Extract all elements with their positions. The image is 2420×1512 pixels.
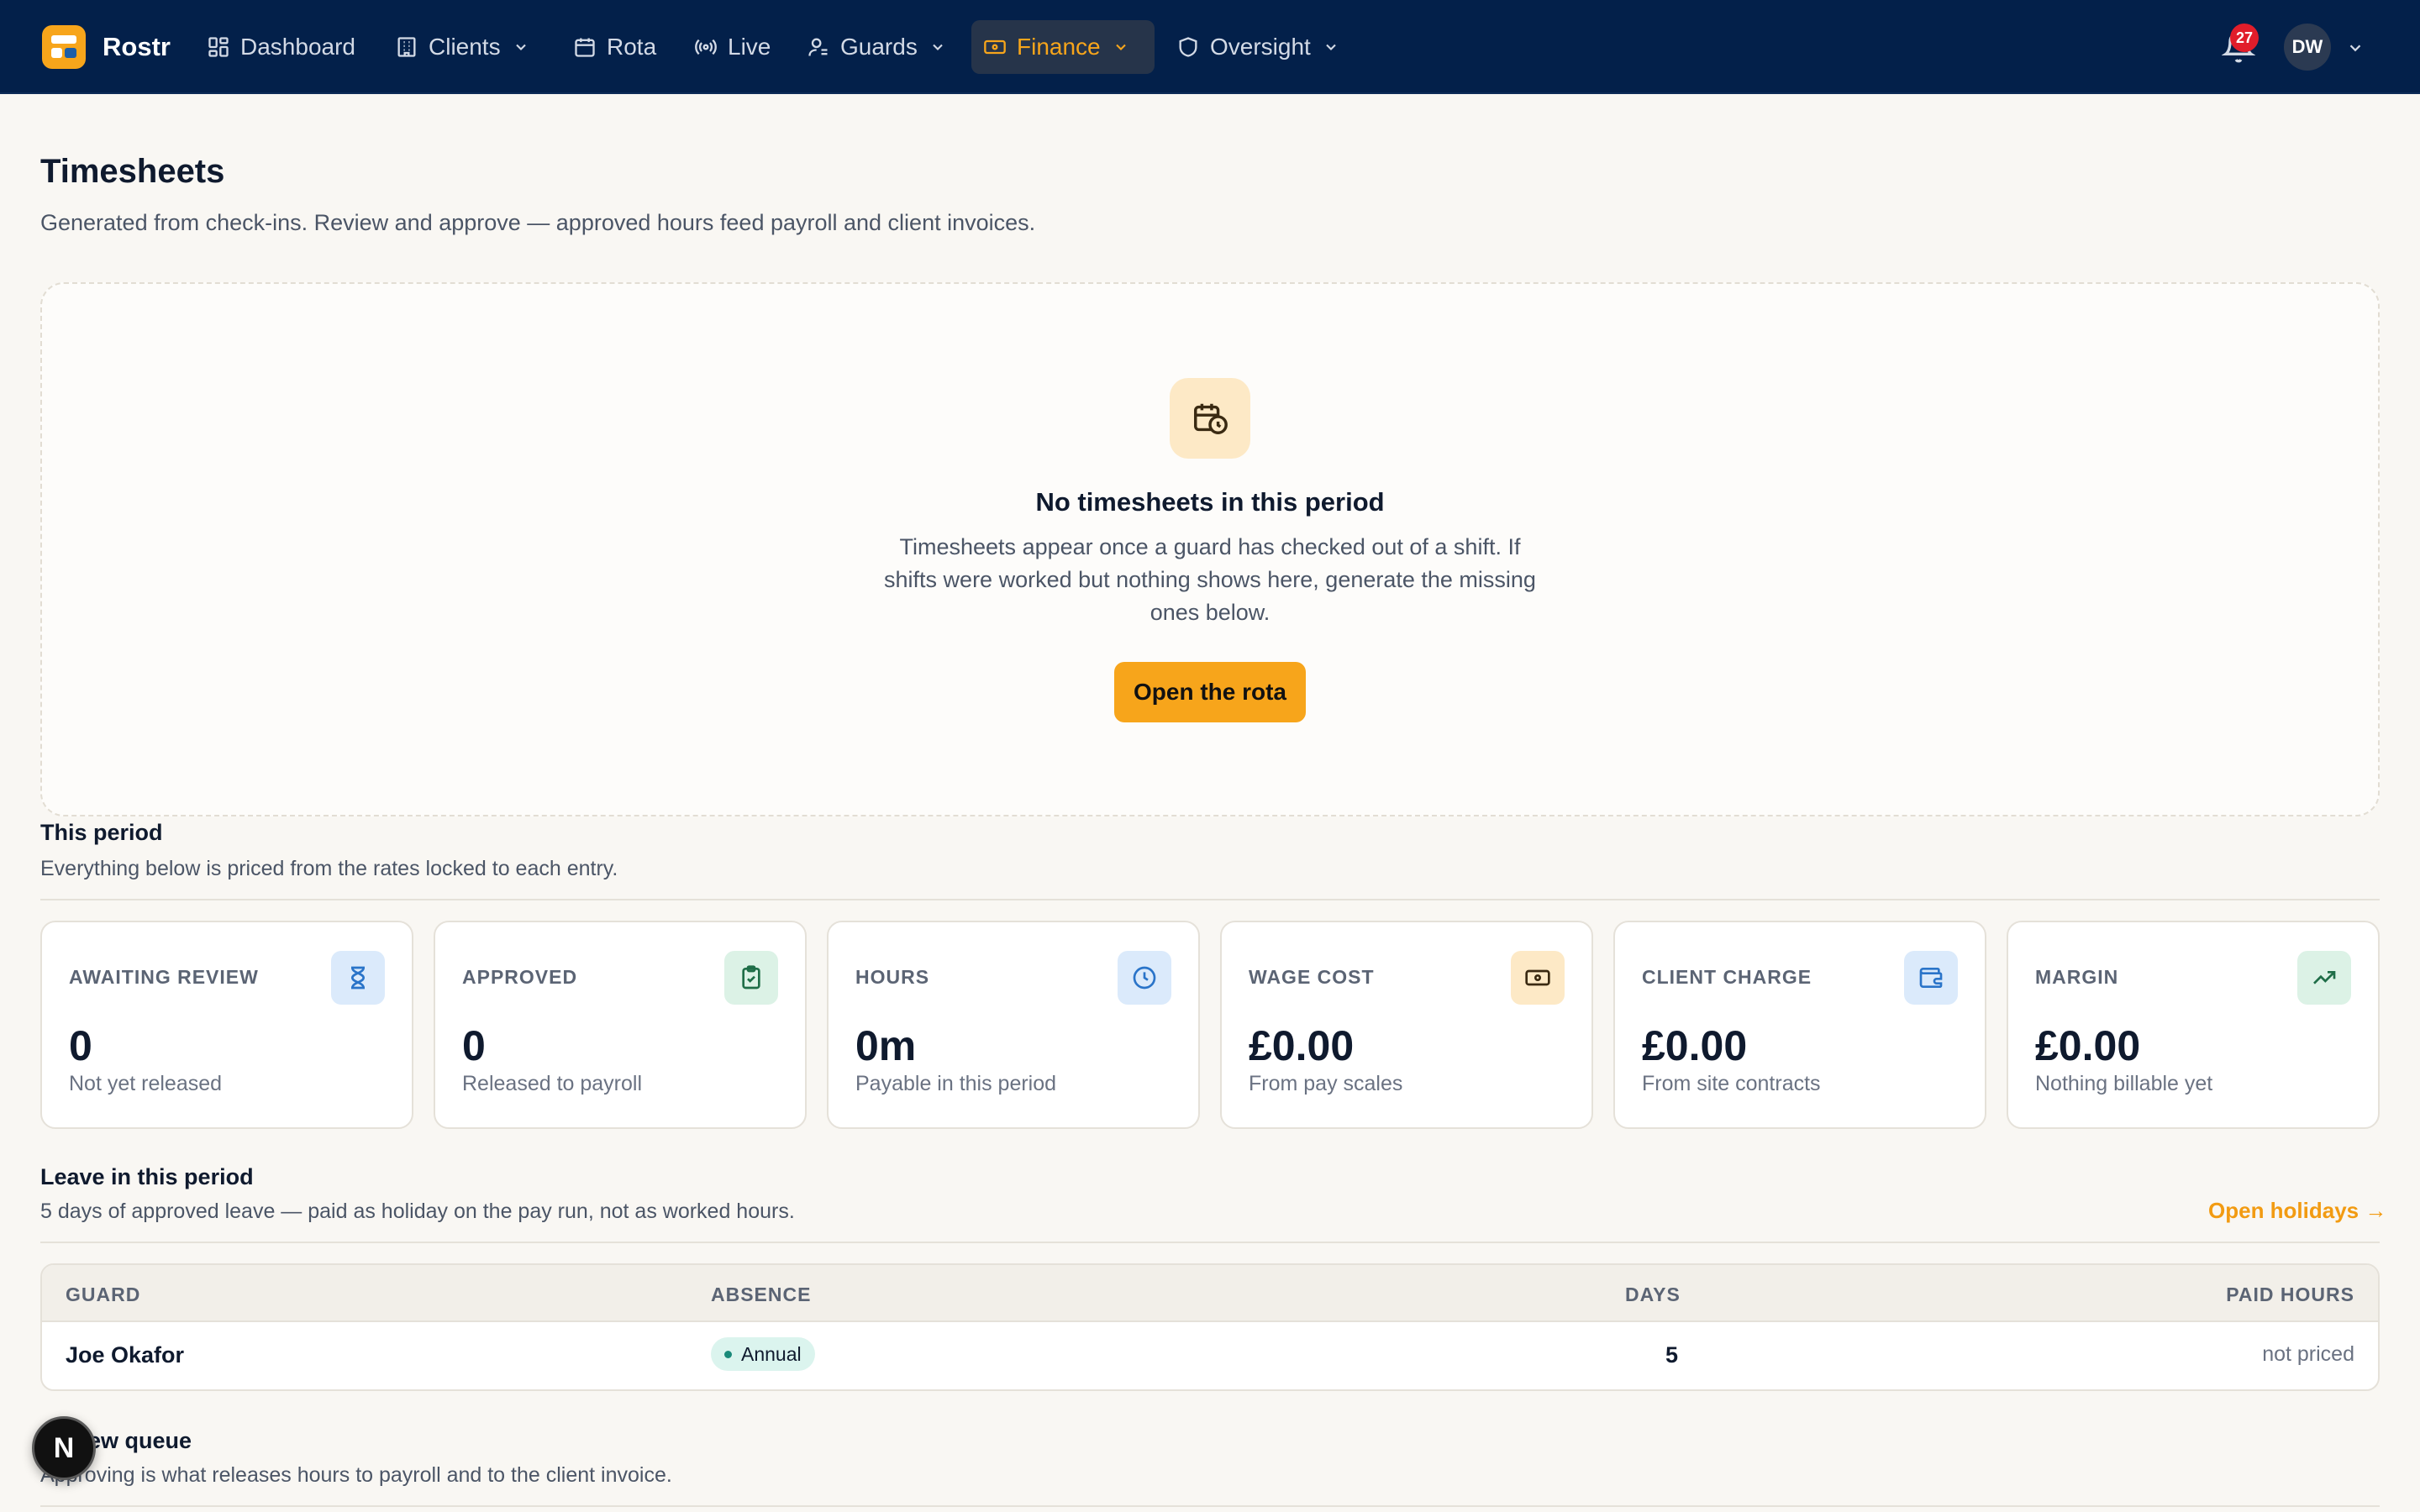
chevron-down-icon — [933, 44, 943, 50]
section-title-leave: Leave in this period — [40, 1164, 254, 1189]
cell-guard: Joe Okafor — [66, 1342, 185, 1368]
stat-label: APPROVED — [462, 966, 578, 988]
page-title: Timesheets — [40, 153, 225, 190]
top-navbar: Rostr Dashboard Clients Rota Live Guards… — [0, 0, 2420, 94]
stat-card-approved: APPROVED 0 Released to payroll — [434, 921, 807, 1129]
open-rota-button[interactable]: Open the rota — [1114, 662, 1306, 722]
divider — [40, 1242, 2380, 1243]
brand[interactable]: Rostr — [42, 25, 171, 69]
stat-value: 0m — [855, 1022, 917, 1069]
stat-note: Nothing billable yet — [2035, 1072, 2213, 1095]
absence-label: Annual — [741, 1342, 802, 1365]
nav-item-oversight[interactable]: Oversight — [1165, 20, 1351, 74]
nav-label: Live — [728, 34, 771, 60]
column-header-guard: GUARD — [66, 1284, 141, 1305]
calendar-icon — [575, 38, 595, 57]
stat-note: Payable in this period — [855, 1072, 1057, 1095]
section-subtitle-review-queue: Approving is what releases hours to payr… — [40, 1463, 672, 1487]
dev-tools-button[interactable]: N — [32, 1416, 96, 1480]
nav-label: Guards — [840, 34, 918, 60]
calendar-clock-icon — [1170, 378, 1250, 459]
nav-label: Rota — [607, 34, 657, 60]
grid-icon — [208, 37, 229, 57]
stat-value: 0 — [69, 1022, 92, 1069]
nav-label: Dashboard — [240, 34, 355, 60]
column-header-paid-hours: PAID HOURS — [2226, 1284, 2354, 1305]
user-avatar[interactable]: DW — [2284, 24, 2331, 71]
status-dot-icon — [724, 1351, 732, 1358]
stat-value: £0.00 — [2035, 1022, 2141, 1069]
stat-value: £0.00 — [1642, 1022, 1748, 1069]
empty-state-text: Timesheets appear once a guard has check… — [884, 534, 1536, 625]
user-icon — [808, 38, 828, 56]
banknote-icon — [984, 39, 1006, 55]
stat-label: WAGE COST — [1249, 966, 1375, 988]
stat-label: AWAITING REVIEW — [69, 966, 259, 988]
trending-up-icon — [2297, 951, 2351, 1005]
stat-card-client-charge: CLIENT CHARGE £0.00 From site contracts — [1613, 921, 1986, 1129]
nav-item-guards[interactable]: Guards — [795, 20, 958, 74]
banknote-icon — [1511, 951, 1565, 1005]
shield-icon — [1179, 37, 1197, 57]
nav-item-rota[interactable]: Rota — [561, 20, 668, 74]
brand-name: Rostr — [103, 32, 171, 61]
stat-note: From pay scales — [1249, 1072, 1403, 1095]
table-header: GUARD ABSENCE DAYS PAID HOURS — [42, 1265, 2378, 1322]
nav-item-clients[interactable]: Clients — [383, 20, 541, 74]
building-icon — [397, 37, 416, 57]
section-subtitle-this-period: Everything below is priced from the rate… — [40, 857, 618, 880]
column-header-absence: ABSENCE — [711, 1284, 812, 1305]
stat-label: HOURS — [855, 966, 930, 988]
absence-badge: Annual — [711, 1337, 815, 1371]
clock-icon — [1118, 951, 1171, 1005]
nav-item-dashboard[interactable]: Dashboard — [195, 20, 367, 74]
divider — [40, 899, 2380, 900]
empty-state-title: No timesheets in this period — [1035, 487, 1385, 517]
page-subtitle: Generated from check-ins. Review and app… — [40, 210, 1036, 235]
cell-days: 5 — [1665, 1342, 1679, 1368]
chevron-down-icon — [1115, 44, 1126, 50]
stat-note: From site contracts — [1642, 1072, 1821, 1095]
section-title-this-period: This period — [40, 820, 163, 845]
chevron-down-icon[interactable] — [2346, 39, 2365, 57]
rostr-logo-icon — [42, 25, 86, 69]
nav-label: Oversight — [1210, 34, 1311, 60]
clipboard-check-icon — [724, 951, 778, 1005]
chevron-down-icon — [1326, 44, 1336, 50]
nav-label: Clients — [429, 34, 501, 60]
stat-note: Released to payroll — [462, 1072, 643, 1095]
nav-label: Finance — [1017, 34, 1101, 60]
divider — [40, 1505, 2380, 1507]
stat-label: MARGIN — [2035, 966, 2119, 988]
open-holidays-link[interactable]: Open holidays → — [2208, 1198, 2386, 1224]
broadcast-icon — [695, 39, 717, 55]
leave-table: GUARD ABSENCE DAYS PAID HOURS Joe Okafor… — [40, 1263, 2380, 1391]
stat-card-margin: MARGIN £0.00 Nothing billable yet — [2007, 921, 2380, 1129]
stat-value: £0.00 — [1249, 1022, 1355, 1069]
stat-note: Not yet released — [69, 1072, 223, 1095]
chevron-down-icon — [515, 44, 526, 50]
hourglass-icon — [331, 951, 385, 1005]
notification-badge: 27 — [2230, 24, 2259, 52]
column-header-days: DAYS — [1625, 1284, 1681, 1305]
stat-card-awaiting-review: AWAITING REVIEW 0 Not yet released — [40, 921, 413, 1129]
cell-paid-hours: not priced — [2262, 1342, 2354, 1366]
nav-item-finance[interactable]: Finance — [971, 20, 1155, 74]
stat-card-wage-cost: WAGE COST £0.00 From pay scales — [1220, 921, 1593, 1129]
stat-card-hours: HOURS 0m Payable in this period — [827, 921, 1200, 1129]
wallet-icon — [1904, 951, 1958, 1005]
stat-value: 0 — [462, 1022, 486, 1069]
nav-item-live[interactable]: Live — [682, 20, 782, 74]
stat-label: CLIENT CHARGE — [1642, 966, 1812, 988]
section-subtitle-leave: 5 days of approved leave — paid as holid… — [40, 1200, 795, 1223]
